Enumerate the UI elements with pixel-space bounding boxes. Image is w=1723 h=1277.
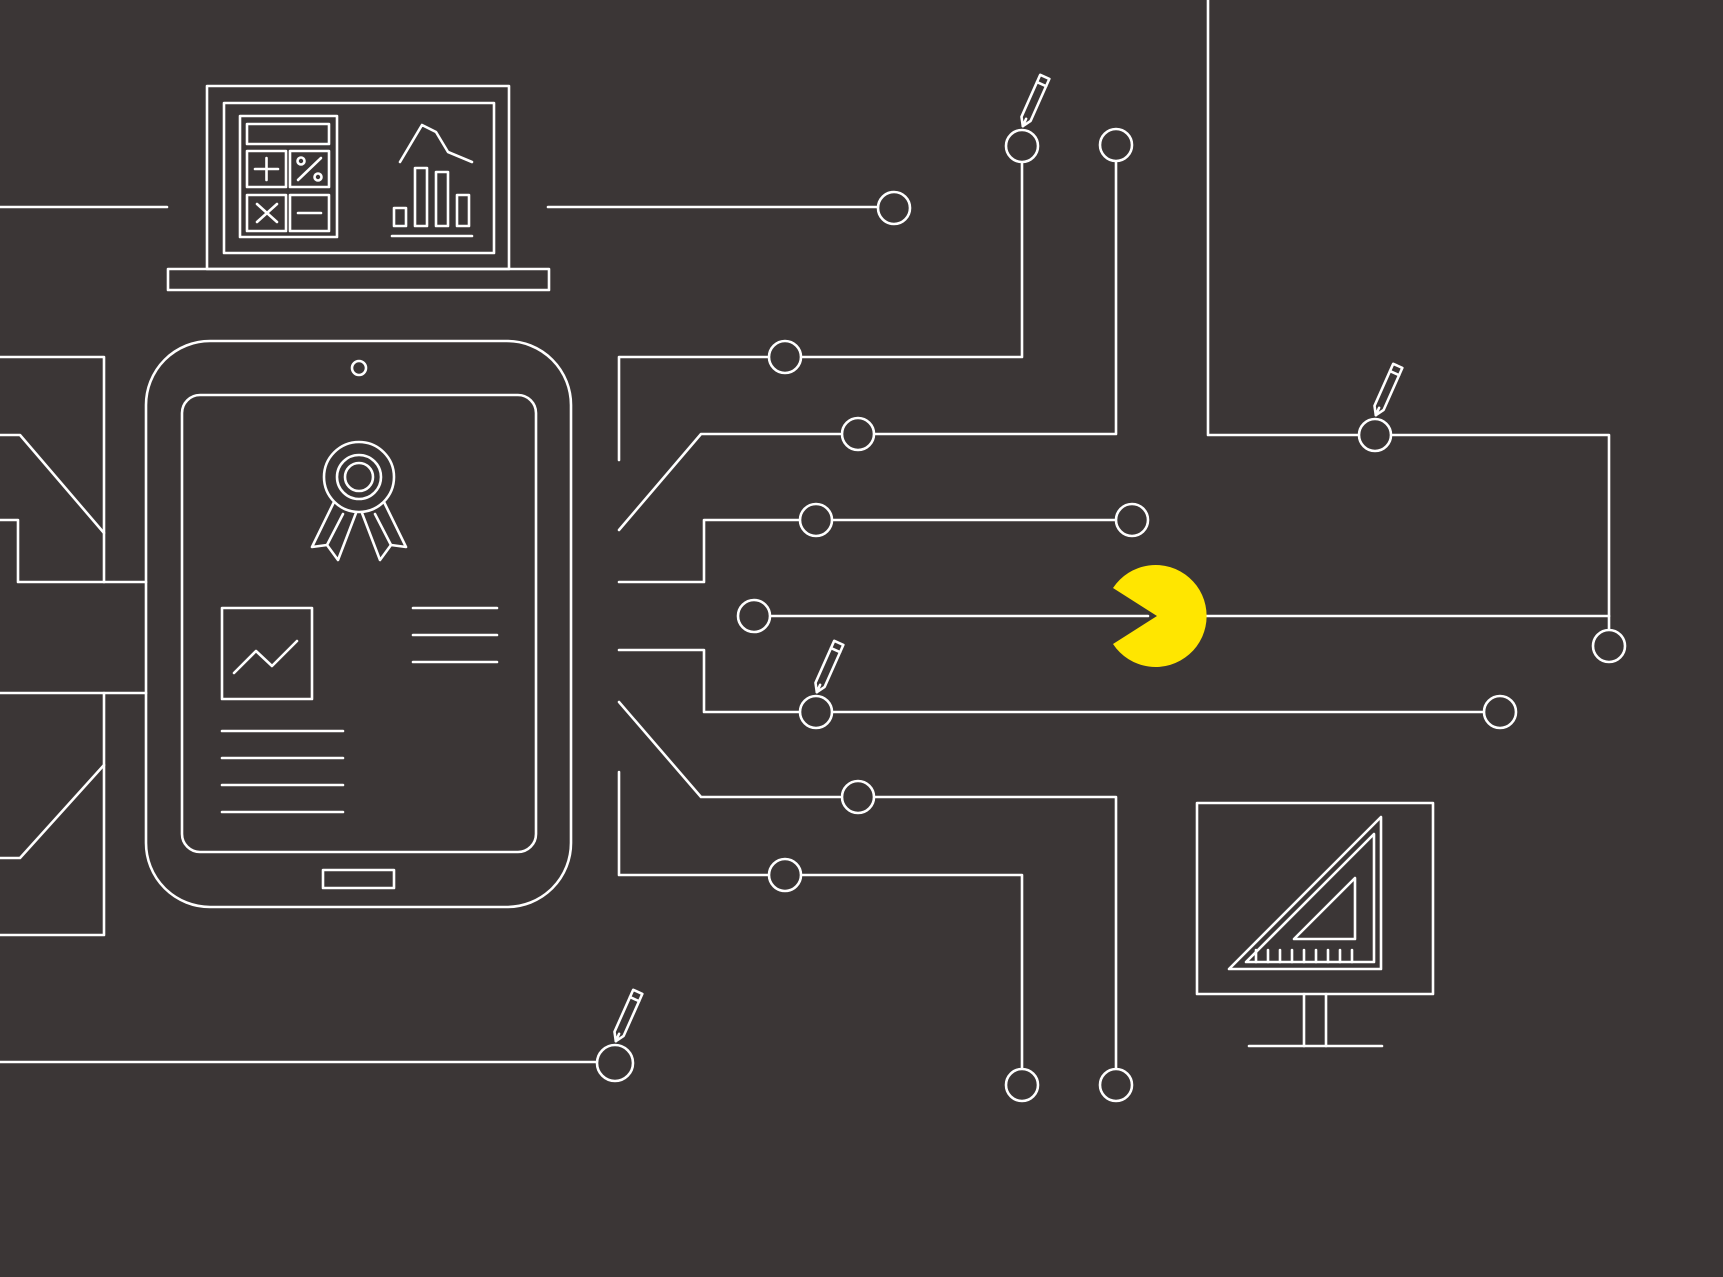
line-chart-icon xyxy=(220,606,314,701)
pencil-icon xyxy=(1020,73,1051,128)
award-ribbon-icon xyxy=(310,440,408,562)
laptop-icon xyxy=(166,84,551,292)
pencil-icon xyxy=(613,988,644,1043)
calculator-icon xyxy=(238,114,339,239)
bar-chart-icon xyxy=(390,123,474,238)
left-circuit-traces xyxy=(0,205,600,1064)
monitor-icon xyxy=(1195,801,1435,1048)
right-circuit-traces xyxy=(546,0,1611,1070)
text-lines xyxy=(220,606,499,814)
pencil-icon xyxy=(814,639,845,694)
set-square-icon xyxy=(1227,815,1383,971)
circuit-illustration xyxy=(0,0,1627,1103)
pencil-icon xyxy=(1373,362,1404,417)
tablet-icon xyxy=(144,339,573,909)
